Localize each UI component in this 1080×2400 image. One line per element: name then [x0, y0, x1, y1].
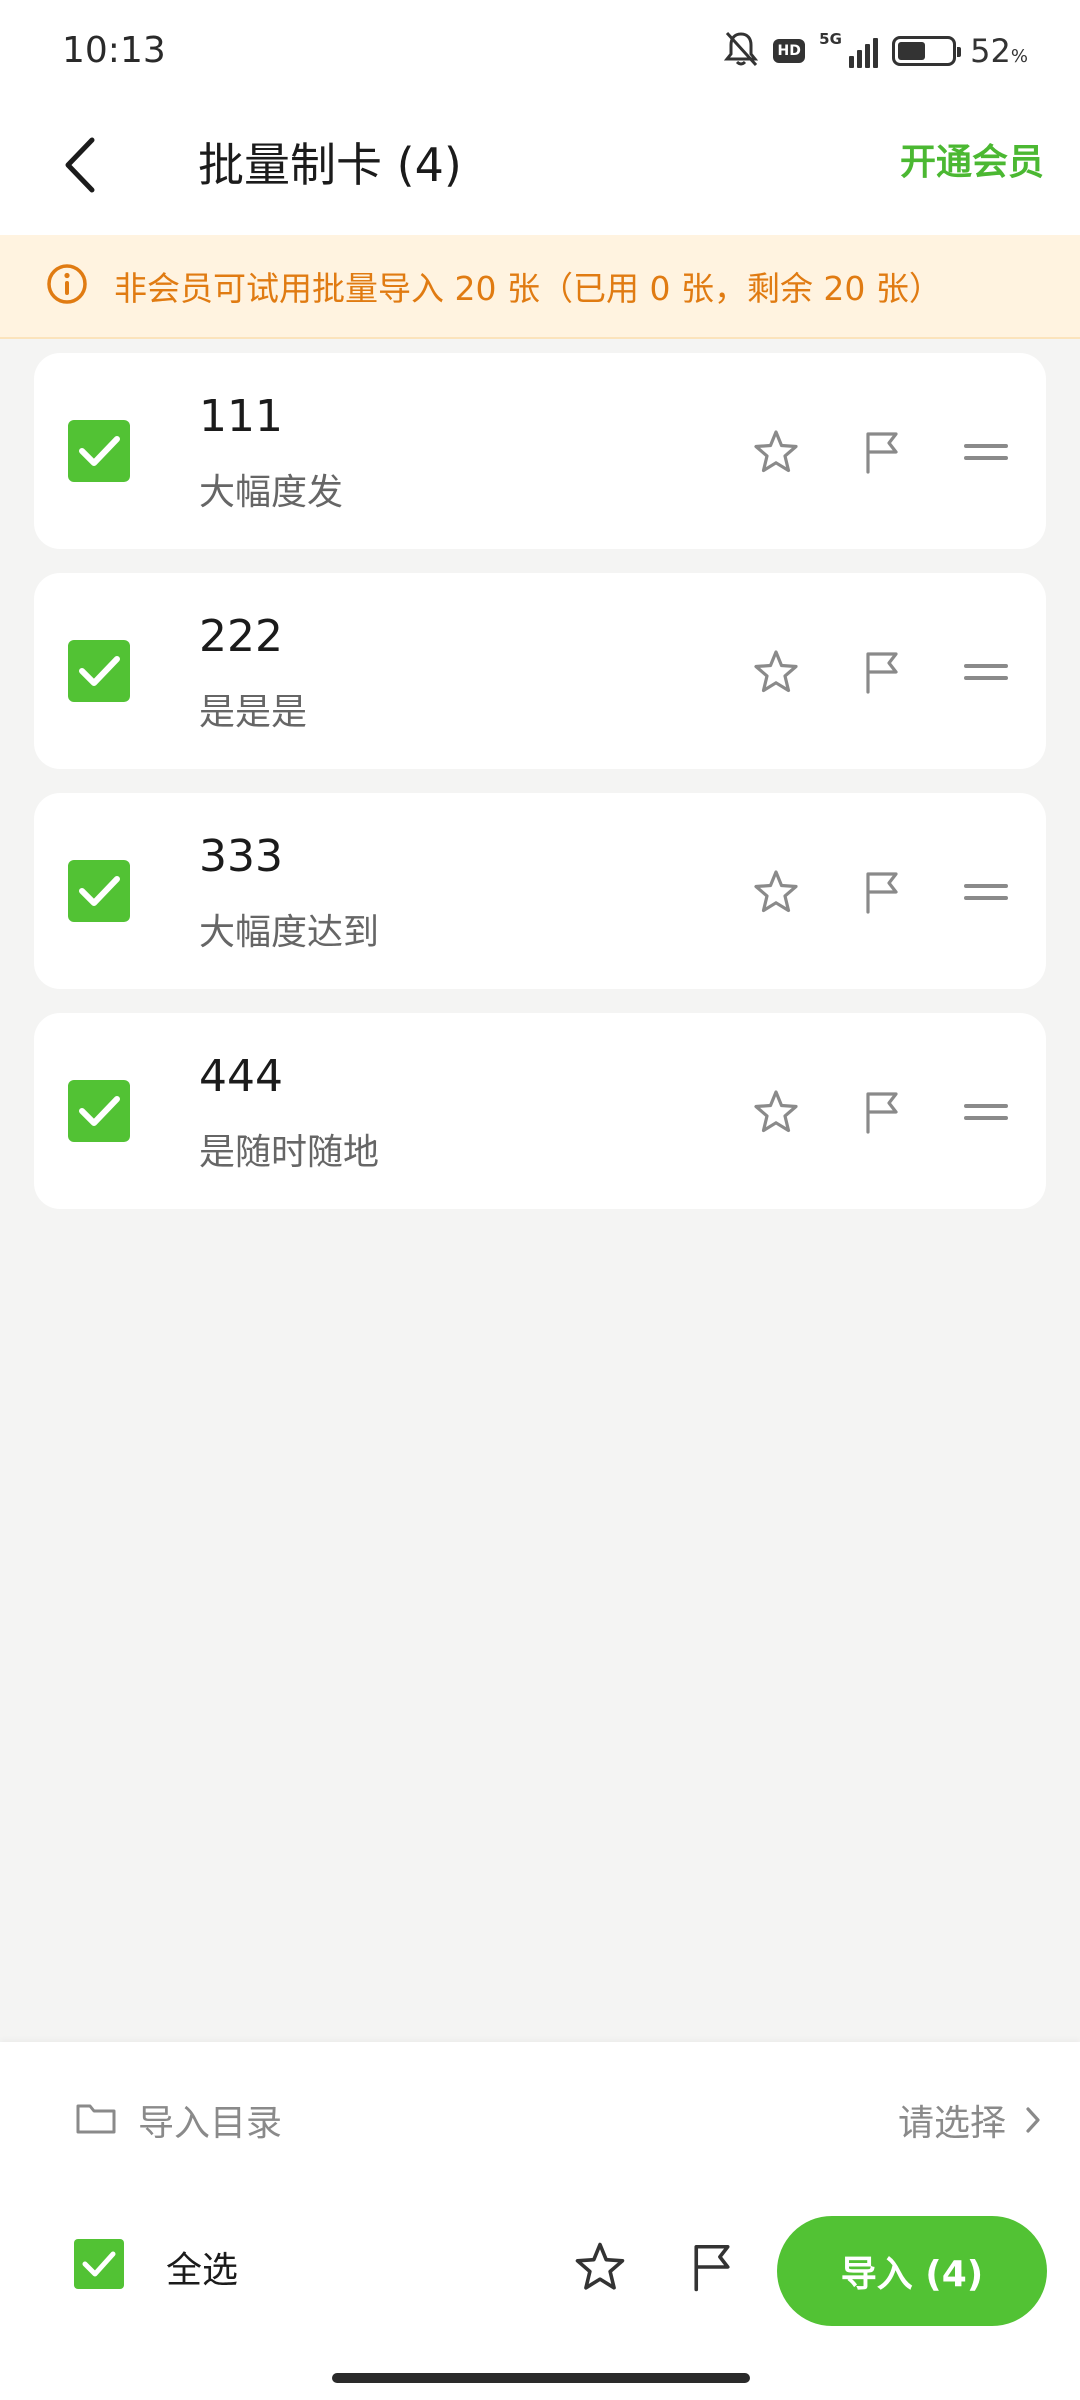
- card-title: 333: [199, 831, 283, 882]
- card-checkbox[interactable]: [68, 640, 130, 702]
- select-all-checkbox[interactable]: [74, 2239, 124, 2289]
- directory-select[interactable]: 请选择: [898, 2094, 1042, 2146]
- status-bar: 10:13 HD 5G 52%: [0, 0, 1080, 105]
- card-item[interactable]: 333 大幅度达到: [34, 793, 1046, 989]
- signal-icon: 5G: [819, 30, 879, 68]
- card-item[interactable]: 444 是随时随地: [34, 1013, 1046, 1209]
- card-subtitle: 大幅度发: [199, 472, 344, 513]
- star-icon[interactable]: [570, 2237, 630, 2297]
- bell-muted-icon: [723, 30, 759, 72]
- flag-icon[interactable]: [856, 866, 908, 918]
- bottom-panel: 导入目录 请选择 全选 导入 (4): [0, 2042, 1080, 2400]
- import-directory-label: 导入目录: [138, 2103, 283, 2144]
- card-title: 444: [199, 1051, 283, 1102]
- status-icons: HD 5G 52%: [723, 26, 1028, 76]
- card-item[interactable]: 111 大幅度发: [34, 353, 1046, 549]
- card-checkbox[interactable]: [68, 1080, 130, 1142]
- card-subtitle: 是是是: [199, 692, 308, 733]
- drag-handle-icon[interactable]: [960, 1086, 1012, 1138]
- network-label: 5G: [819, 30, 842, 48]
- card-title: 222: [199, 611, 283, 662]
- flag-icon[interactable]: [682, 2237, 742, 2297]
- battery-percent: 52%: [970, 32, 1028, 70]
- info-icon: [46, 263, 88, 309]
- card-title: 111: [199, 391, 283, 442]
- action-row: 全选 导入 (4): [0, 2207, 1080, 2327]
- chevron-left-icon: [65, 137, 95, 193]
- status-time: 10:13: [62, 30, 166, 71]
- card-subtitle: 是随时随地: [199, 1132, 380, 1173]
- drag-handle-icon[interactable]: [960, 646, 1012, 698]
- trial-notice: 非会员可试用批量导入 20 张（已用 0 张，剩余 20 张）: [0, 235, 1080, 339]
- card-item[interactable]: 222 是是是: [34, 573, 1046, 769]
- card-checkbox[interactable]: [68, 420, 130, 482]
- star-icon[interactable]: [750, 1086, 802, 1138]
- import-directory-row[interactable]: 导入目录 请选择: [0, 2082, 1080, 2152]
- checkmark-icon: [79, 876, 120, 906]
- back-button[interactable]: [40, 125, 120, 205]
- star-icon[interactable]: [750, 866, 802, 918]
- card-checkbox[interactable]: [68, 860, 130, 922]
- chevron-right-icon: [1026, 2107, 1040, 2133]
- checkmark-icon: [79, 1096, 120, 1126]
- checkmark-icon: [79, 656, 120, 686]
- star-icon[interactable]: [750, 646, 802, 698]
- drag-handle-icon[interactable]: [960, 426, 1012, 478]
- card-subtitle: 大幅度达到: [199, 912, 380, 953]
- hd-badge: HD: [773, 39, 806, 63]
- home-indicator[interactable]: [332, 2373, 750, 2383]
- select-all-label[interactable]: 全选: [166, 2241, 238, 2293]
- directory-select-label: 请选择: [897, 2103, 1006, 2144]
- battery-icon: [892, 36, 962, 66]
- drag-handle-icon[interactable]: [960, 866, 1012, 918]
- star-icon[interactable]: [750, 426, 802, 478]
- open-membership-link[interactable]: 开通会员: [900, 133, 1044, 185]
- flag-icon[interactable]: [856, 426, 908, 478]
- flag-icon[interactable]: [856, 646, 908, 698]
- page-title: 批量制卡 (4): [198, 138, 462, 192]
- app-header: 批量制卡 (4) 开通会员: [0, 105, 1080, 235]
- checkmark-icon: [82, 2251, 116, 2277]
- flag-icon[interactable]: [856, 1086, 908, 1138]
- notice-text: 非会员可试用批量导入 20 张（已用 0 张，剩余 20 张）: [114, 269, 942, 308]
- checkmark-icon: [79, 436, 120, 466]
- import-button[interactable]: 导入 (4): [777, 2216, 1047, 2326]
- folder-icon: [74, 2098, 118, 2138]
